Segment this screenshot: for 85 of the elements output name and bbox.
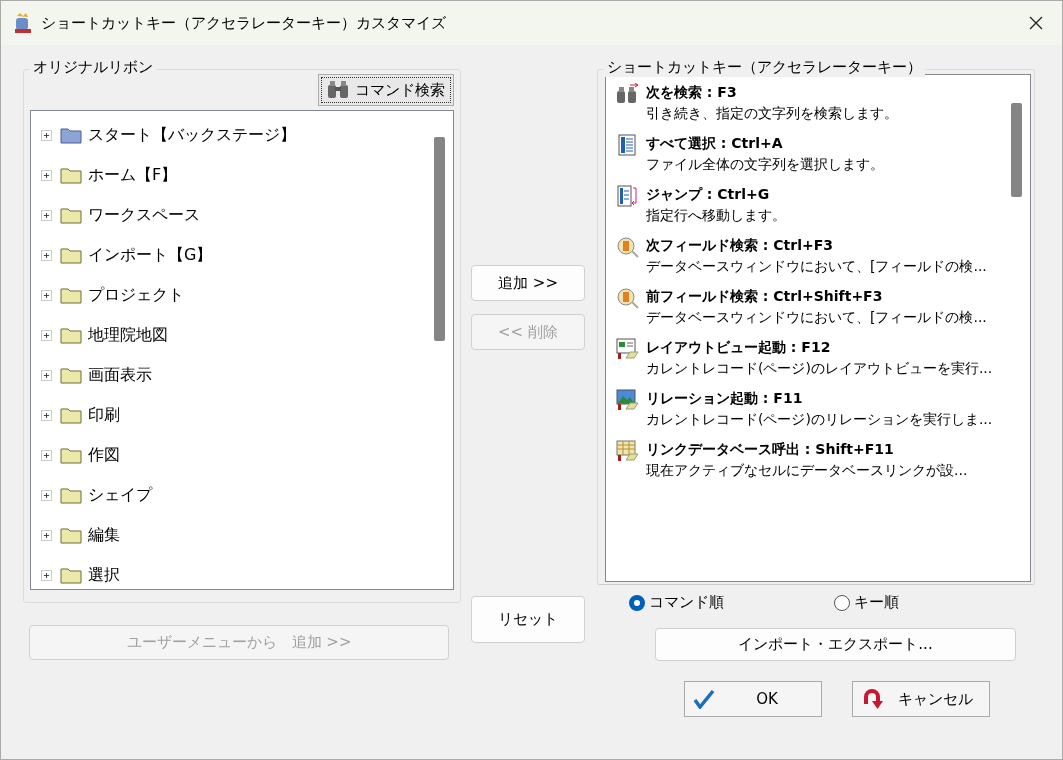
folder-icon (60, 406, 82, 424)
expand-icon[interactable] (41, 169, 52, 181)
ok-button[interactable]: OK (684, 681, 822, 717)
folder-icon (60, 166, 82, 184)
shortcut-item[interactable]: すべて選択 : Ctrl+A ファイル全体の文字列を選択します。 (616, 134, 1004, 175)
tree-item[interactable]: 画面表示 (31, 355, 427, 395)
app-icon (13, 12, 33, 34)
folder-icon (60, 286, 82, 304)
folder-icon (60, 486, 82, 504)
expand-icon[interactable] (41, 529, 52, 541)
expand-icon[interactable] (41, 369, 52, 381)
shortcut-description: 引き続き、指定の文字列を検索します。 (646, 104, 898, 123)
shortcut-title: 次フィールド検索 : Ctrl+F3 (646, 236, 835, 255)
tree-item[interactable]: ホーム【F】 (31, 155, 427, 195)
tree-item[interactable]: インポート【G】 (31, 235, 427, 275)
shortcut-description: カレントレコード(ページ)のリレーションを実行しま... (646, 410, 993, 429)
hand-table-icon (616, 440, 640, 462)
window-title: ショートカットキー（アクセラレーターキー）カスタマイズ (41, 13, 447, 33)
tree-item[interactable]: プロジェクト (31, 275, 427, 315)
shortcut-item[interactable]: 前フィールド検索 : Ctrl+Shift+F3 データベースウィンドウにおいて、[フィールドの検... (616, 287, 1004, 328)
expand-icon[interactable] (41, 129, 52, 141)
shortcut-item[interactable]: 次フィールド検索 : Ctrl+F3 データベースウィンドウにおいて、[フィールドの検... (616, 236, 1004, 277)
shortcut-title: 次を検索 : F3 (646, 83, 738, 102)
hand-picture-icon (616, 389, 640, 411)
tree-item[interactable]: 作図 (31, 435, 427, 475)
close-icon (1029, 16, 1043, 30)
folder-icon (60, 366, 82, 384)
folder-icon (60, 326, 82, 344)
shortcut-item[interactable]: レイアウトビュー起動 : F12 カレントレコード(ページ)のレイアウトビューを実行... (616, 338, 1004, 379)
shortcut-description: データベースウィンドウにおいて、[フィールドの検... (646, 257, 987, 276)
binoculars-icon (327, 81, 349, 99)
tree-item[interactable]: スタート【バックステージ】 (31, 115, 427, 155)
shortcut-item[interactable]: リンクデータベース呼出 : Shift+F11 現在アクティブなセルにデータベースリンクが設... (616, 440, 1004, 481)
shortcut-title: リンクデータベース呼出 : Shift+F11 (646, 440, 895, 459)
shortcut-description: 指定行へ移動します。 (646, 206, 786, 225)
folder-icon (60, 446, 82, 464)
group-label: ショートカットキー（アクセラレーターキー） (604, 58, 925, 77)
shortcut-description: カレントレコード(ページ)のレイアウトビューを実行... (646, 359, 993, 378)
checkmark-icon (693, 689, 715, 709)
expand-icon[interactable] (41, 489, 52, 501)
shortcut-title: 前フィールド検索 : Ctrl+Shift+F3 (646, 287, 884, 306)
command-search-button[interactable]: コマンド検索 (318, 74, 454, 106)
shortcut-description: ファイル全体の文字列を選択します。 (646, 155, 884, 174)
shortcut-item[interactable]: 次を検索 : F3 引き続き、指定の文字列を検索します。 (616, 83, 1004, 124)
magnifier-icon (616, 287, 640, 309)
radio-button[interactable] (629, 594, 645, 611)
document-arrow-icon (616, 185, 640, 207)
action-button[interactable]: 追加 >> (471, 265, 585, 301)
expand-icon[interactable] (41, 249, 52, 261)
shortcut-title: すべて選択 : Ctrl+A (646, 134, 784, 153)
folder-icon (60, 126, 82, 144)
cancel-button[interactable]: キャンセル (852, 681, 990, 717)
tree-item[interactable]: 編集 (31, 515, 427, 555)
tree-item[interactable]: 選択 (31, 555, 427, 595)
tree-item[interactable]: ワークスペース (31, 195, 427, 235)
shortcut-item[interactable]: リレーション起動 : F11 カレントレコード(ページ)のリレーションを実行しま... (616, 389, 1004, 430)
radio-button[interactable] (834, 594, 850, 611)
expand-icon[interactable] (41, 409, 52, 421)
tree-item[interactable]: 地理院地図 (31, 315, 427, 355)
folder-icon (60, 246, 82, 264)
expand-icon[interactable] (41, 289, 52, 301)
folder-icon (60, 566, 82, 584)
binoculars-icon (616, 83, 640, 105)
shortcut-title: ジャンプ : Ctrl+G (646, 185, 771, 204)
shortcut-title: リレーション起動 : F11 (646, 389, 804, 408)
shortcut-description: データベースウィンドウにおいて、[フィールドの検... (646, 308, 987, 327)
tree-item[interactable]: シェイプ (31, 475, 427, 515)
expand-icon[interactable] (41, 569, 52, 581)
shortcut-item[interactable]: ジャンプ : Ctrl+G 指定行へ移動します。 (616, 185, 1004, 226)
sort-radio[interactable]: キー順 (834, 593, 899, 612)
magnifier-icon (616, 236, 640, 258)
shortcut-title: レイアウトビュー起動 : F12 (646, 338, 832, 357)
sort-radio[interactable]: コマンド順 (629, 593, 724, 612)
action-button[interactable]: リセット (471, 596, 585, 643)
expand-icon[interactable] (41, 449, 52, 461)
shortcut-description: 現在アクティブなセルにデータベースリンクが設... (646, 461, 968, 480)
folder-icon (60, 526, 82, 544)
tree-item[interactable]: 印刷 (31, 395, 427, 435)
expand-icon[interactable] (41, 209, 52, 221)
import-export-button[interactable]: インポート・エクスポート... (655, 628, 1016, 661)
hand-picture-icon (616, 338, 640, 360)
group-label: オリジナルリボン (30, 58, 156, 77)
folder-icon (60, 206, 82, 224)
expand-icon[interactable] (41, 329, 52, 341)
undo-arrow-icon (861, 688, 883, 710)
